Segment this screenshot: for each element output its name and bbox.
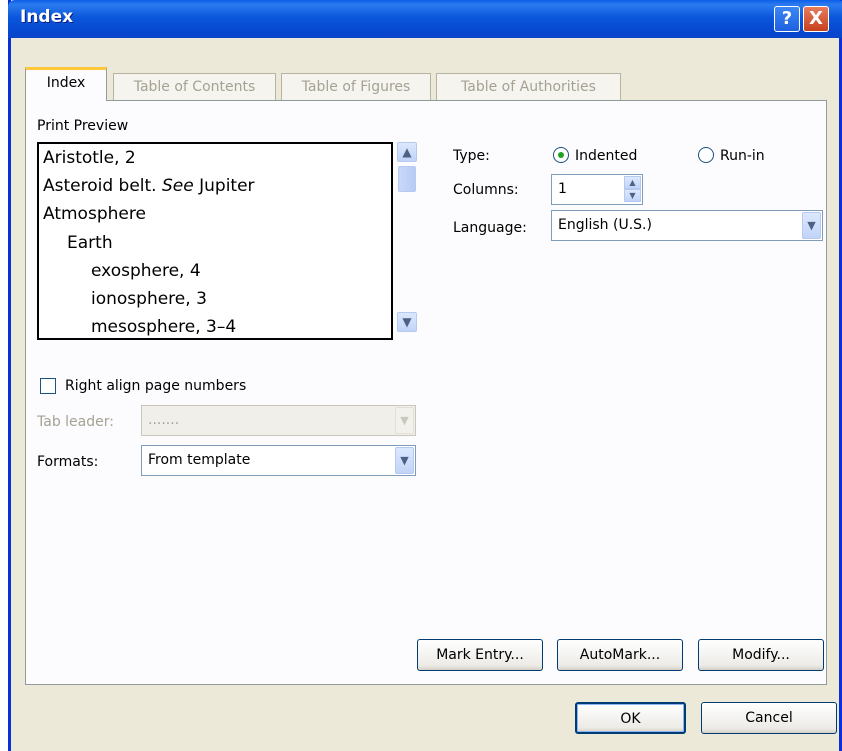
radio-indented[interactable] — [553, 147, 569, 163]
scroll-down-button[interactable]: ▼ — [397, 312, 417, 332]
right-align-checkbox[interactable] — [40, 378, 56, 394]
chevron-down-icon: ▼ — [400, 414, 409, 427]
close-button[interactable]: X — [803, 6, 829, 32]
dropdown-button[interactable]: ▼ — [395, 447, 414, 474]
close-icon: X — [809, 8, 823, 29]
mark-entry-button[interactable]: Mark Entry... — [417, 639, 543, 671]
cancel-button[interactable]: Cancel — [701, 702, 837, 734]
chevron-down-icon: ▼ — [629, 191, 636, 200]
run-in-label[interactable]: Run-in — [720, 148, 765, 164]
tab-index[interactable]: Index — [25, 67, 107, 101]
preview-line: Asteroid belt. See Jupiter — [43, 176, 255, 196]
formats-dropdown[interactable]: From template ▼ — [141, 445, 416, 476]
columns-value[interactable]: 1 — [558, 181, 567, 197]
spin-down-button[interactable]: ▼ — [624, 189, 641, 202]
title-bar[interactable]: Index ? X — [8, 0, 842, 38]
ok-button[interactable]: OK — [575, 702, 686, 734]
print-preview-box: Aristotle, 2 Asteroid belt. See Jupiter … — [37, 142, 393, 340]
chevron-down-icon: ▼ — [807, 219, 816, 232]
window-title: Index — [20, 7, 74, 27]
index-tab-panel: Print Preview Aristotle, 2 Asteroid belt… — [25, 100, 827, 685]
language-dropdown[interactable]: English (U.S.) ▼ — [551, 210, 823, 241]
formats-value: From template — [148, 452, 251, 468]
help-button[interactable]: ? — [774, 6, 800, 32]
chevron-down-icon: ▼ — [402, 315, 412, 329]
columns-label: Columns: — [453, 182, 519, 198]
tab-table-of-authorities[interactable]: Table of Authorities — [436, 73, 621, 101]
scroll-up-button[interactable]: ▲ — [397, 142, 417, 162]
indented-label[interactable]: Indented — [575, 148, 637, 164]
chevron-up-icon: ▲ — [402, 145, 412, 159]
radio-run-in[interactable] — [698, 147, 714, 163]
tab-leader-label: Tab leader: — [37, 414, 114, 430]
print-preview-label: Print Preview — [37, 118, 129, 134]
index-dialog: Index ? X Index Table of Contents Table … — [8, 0, 842, 751]
automark-button[interactable]: AutoMark... — [557, 639, 683, 671]
tab-leader-value: ....... — [148, 412, 180, 428]
preview-line: Atmosphere — [43, 204, 146, 224]
right-align-label[interactable]: Right align page numbers — [65, 378, 246, 394]
preview-line: ionosphere, 3 — [91, 289, 207, 309]
preview-scrollbar[interactable]: ▲ ▼ — [397, 142, 417, 340]
tab-leader-dropdown: ....... ▼ — [141, 405, 416, 436]
chevron-up-icon: ▲ — [629, 178, 636, 187]
spin-up-button[interactable]: ▲ — [624, 176, 641, 189]
tab-table-of-figures[interactable]: Table of Figures — [281, 73, 431, 101]
dropdown-button[interactable]: ▼ — [802, 212, 821, 239]
language-value: English (U.S.) — [558, 217, 652, 233]
preview-line: Aristotle, 2 — [43, 148, 136, 168]
help-icon: ? — [781, 8, 793, 29]
dropdown-button: ▼ — [395, 407, 414, 434]
scroll-thumb[interactable] — [398, 166, 416, 192]
columns-spinner[interactable]: 1 ▲ ▼ — [551, 174, 643, 205]
preview-line: Earth — [67, 233, 113, 253]
type-label: Type: — [453, 148, 490, 164]
tab-table-of-contents[interactable]: Table of Contents — [113, 73, 276, 101]
preview-line: exosphere, 4 — [91, 261, 201, 281]
formats-label: Formats: — [37, 454, 99, 470]
language-label: Language: — [453, 220, 527, 236]
modify-button[interactable]: Modify... — [698, 639, 824, 671]
chevron-down-icon: ▼ — [400, 454, 409, 467]
preview-line: mesosphere, 3–4 — [91, 317, 237, 337]
